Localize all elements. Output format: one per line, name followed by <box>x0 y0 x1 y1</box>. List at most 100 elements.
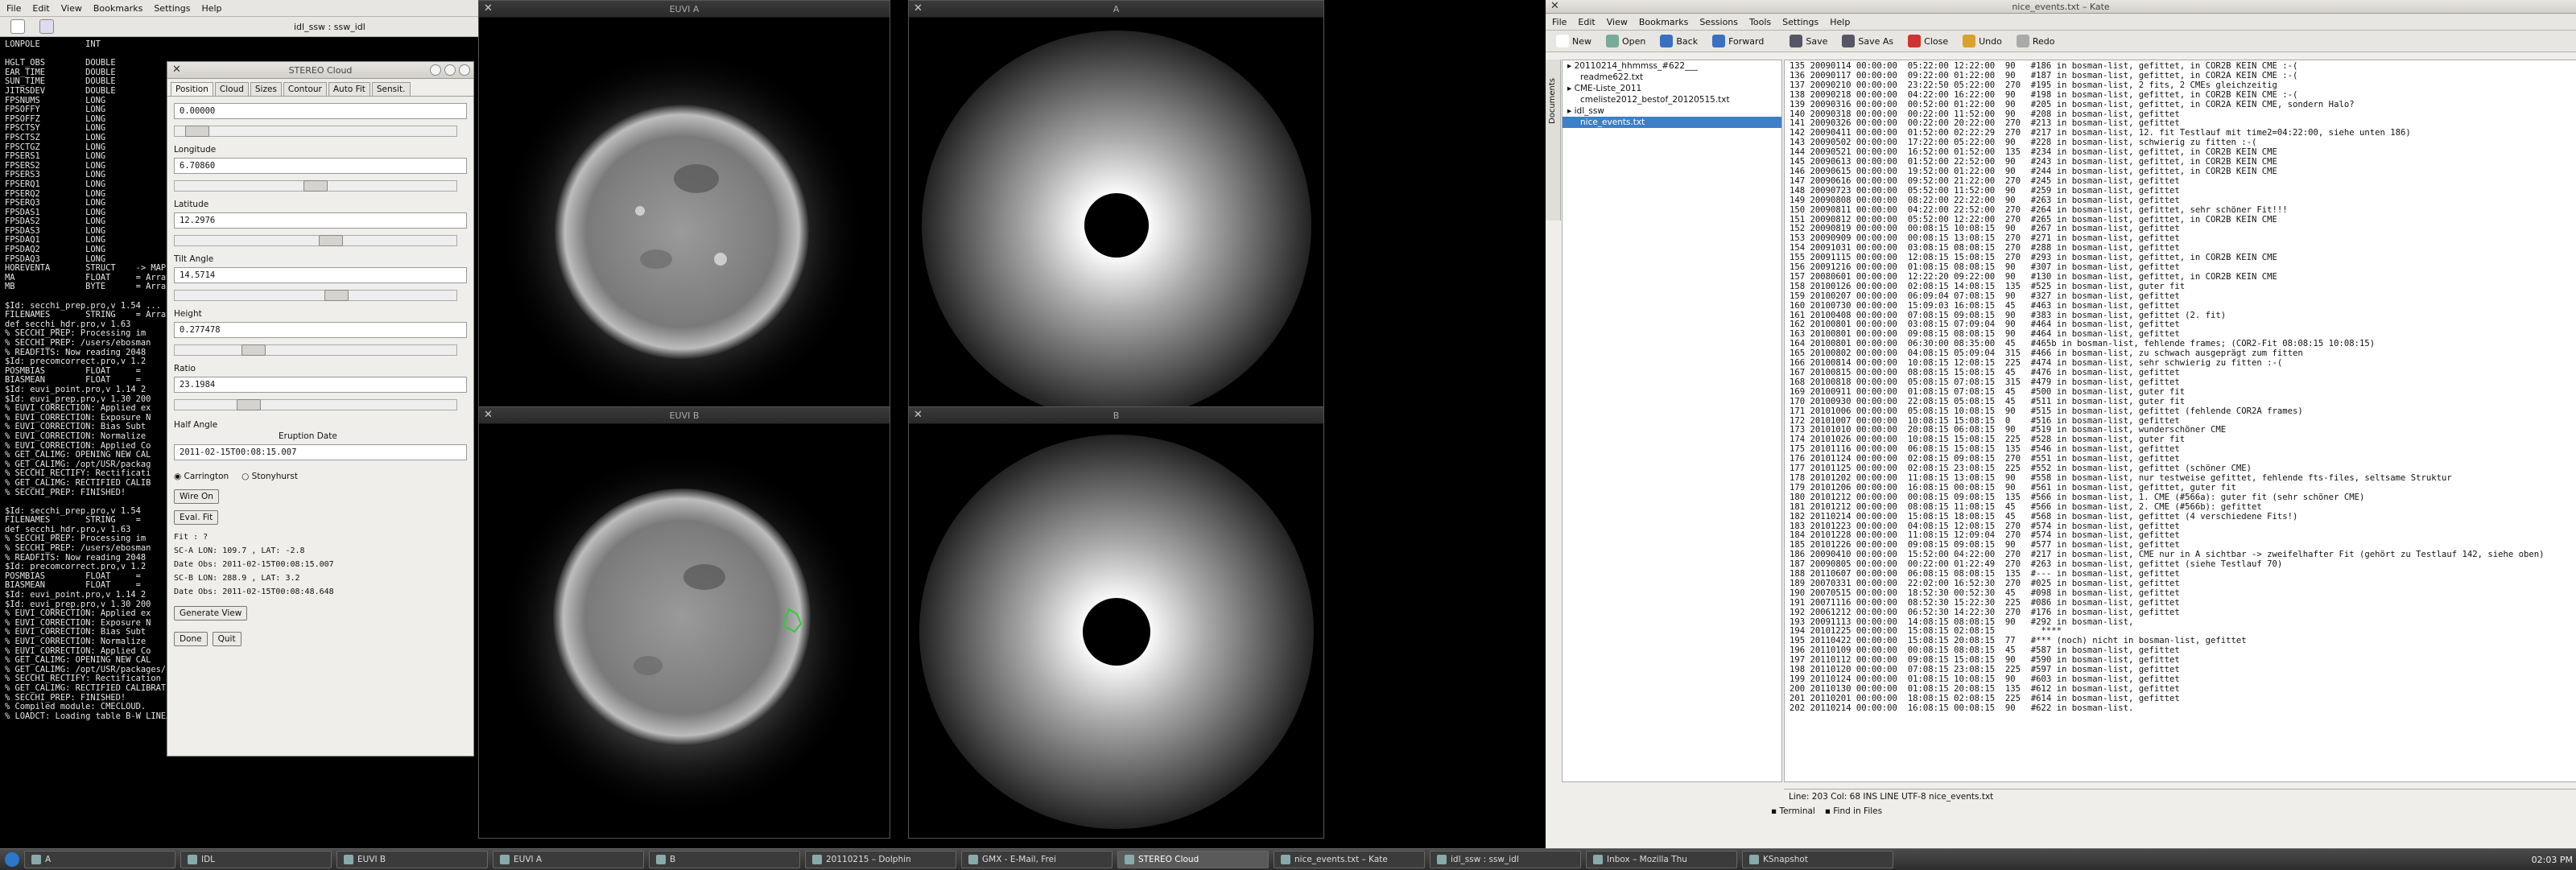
editor-text[interactable]: 135 20090114 00:00:00 05:22:00 12:22:00 … <box>1785 60 2576 715</box>
editor-line[interactable]: 160 20100730 00:00:00 15:09:03 16:08:15 … <box>1790 301 2572 311</box>
editor-line[interactable]: 139 20090316 00:00:00 00:52:00 01:22:00 … <box>1790 100 2572 110</box>
stonyhurst-radio[interactable]: ○ Stonyhurst <box>242 472 298 481</box>
tab-sensit[interactable]: Sensit. <box>371 82 411 96</box>
slider-knob[interactable] <box>319 235 344 246</box>
slider-knob[interactable] <box>184 126 209 137</box>
param-slider[interactable] <box>174 290 457 301</box>
save-as-button[interactable]: Save As <box>1836 32 1899 50</box>
param-field[interactable]: 23.1984 <box>174 377 467 393</box>
forward-button[interactable]: Forward <box>1707 32 1769 50</box>
editor-line[interactable]: 149 20090808 00:00:00 08:22:00 22:22:00 … <box>1790 196 2572 206</box>
menu-settings[interactable]: Settings <box>1782 17 1818 27</box>
menu-view[interactable]: View <box>61 3 82 14</box>
close-button[interactable] <box>459 64 470 76</box>
wire-on-button[interactable]: Wire On <box>174 489 219 504</box>
menu-settings[interactable]: Settings <box>154 3 190 14</box>
cor-b-window[interactable]: ✕ B <box>908 406 1324 839</box>
menu-view[interactable]: View <box>1607 17 1628 27</box>
tab-autofit[interactable]: Auto Fit <box>328 82 370 96</box>
slider-knob[interactable] <box>303 180 328 192</box>
editor-area[interactable]: 135 20090114 00:00:00 05:22:00 12:22:00 … <box>1784 60 2576 782</box>
taskbar-item[interactable]: STEREO Cloud <box>1117 851 1269 868</box>
editor-line[interactable]: 182 20110214 00:00:00 15:08:15 18:08:15 … <box>1790 512 2572 522</box>
undo-button[interactable]: Undo <box>1957 32 2008 50</box>
menu-help[interactable]: Help <box>1830 17 1850 27</box>
editor-line[interactable]: 181 20101212 00:00:00 08:08:15 11:08:15 … <box>1790 502 2572 513</box>
param-slider[interactable] <box>174 180 457 192</box>
tree-file[interactable]: cmeliste2012_bestof_20120515.txt <box>1563 94 1781 105</box>
menu-file[interactable]: File <box>1552 17 1567 27</box>
param-slider[interactable] <box>174 399 457 410</box>
slider-knob[interactable] <box>324 290 349 301</box>
slider-knob[interactable] <box>242 344 266 356</box>
tab-position[interactable]: Position <box>171 82 213 96</box>
save-button[interactable]: Save <box>1784 32 1833 50</box>
editor-line[interactable]: 159 20100207 00:00:00 06:09:04 07:08:15 … <box>1790 291 2572 302</box>
menu-sessions[interactable]: Sessions <box>1699 17 1738 27</box>
editor-line[interactable]: 179 20101206 00:00:00 16:08:15 00:08:15 … <box>1790 483 2572 493</box>
euvi-b-window[interactable]: ✕ EUVI B <box>478 406 890 839</box>
new-tab-button[interactable] <box>5 17 31 36</box>
close-button[interactable]: Close <box>1902 32 1954 50</box>
menu-bookmarks[interactable]: Bookmarks <box>1639 17 1688 27</box>
tree-file[interactable]: readme622.txt <box>1563 72 1781 83</box>
redo-button[interactable]: Redo <box>2011 32 2061 50</box>
tree-file[interactable]: nice_events.txt <box>1563 117 1781 128</box>
editor-line[interactable]: 158 20100126 00:00:00 02:08:15 14:08:15 … <box>1790 282 2572 292</box>
menu-file[interactable]: File <box>6 3 21 14</box>
taskbar-item[interactable]: 20110215 – Dolphin <box>805 851 956 868</box>
param-field[interactable]: 0.277478 <box>174 322 467 338</box>
tab-cloud[interactable]: Cloud <box>214 82 249 96</box>
editor-line[interactable]: 202 20110214 00:00:00 16:08:15 00:08:15 … <box>1790 703 2572 714</box>
menu-bookmarks[interactable]: Bookmarks <box>93 3 142 14</box>
editor-line[interactable]: 190 20070515 00:00:00 18:52:30 00:52:30 … <box>1790 588 2572 599</box>
taskbar-item[interactable]: EUVI A <box>493 851 644 868</box>
menu-tools[interactable]: Tools <box>1749 17 1771 27</box>
editor-line[interactable]: 192 20061212 00:00:00 06:52:30 14:22:30 … <box>1790 608 2572 618</box>
param-field[interactable]: 12.2976 <box>174 212 467 229</box>
editor-line[interactable]: 150 20090811 00:00:00 04:22:00 22:52:00 … <box>1790 205 2572 216</box>
clock[interactable]: 02:03 PM <box>2532 855 2576 865</box>
slider-knob[interactable] <box>236 399 261 410</box>
taskbar-item[interactable]: B <box>649 851 800 868</box>
generate-view-button[interactable]: Generate View <box>174 606 248 621</box>
idl-tab[interactable]: idl_ssw : ssw_idl <box>288 19 371 35</box>
taskbar-item[interactable]: idl_ssw : ssw_idl <box>1430 851 1581 868</box>
editor-line[interactable]: 170 20100930 00:00:00 22:08:15 05:08:15 … <box>1790 397 2572 407</box>
bottom-tab-terminal[interactable]: ▪ Terminal <box>1771 806 1815 821</box>
taskbar-item[interactable]: nice_events.txt – Kate <box>1274 851 1425 868</box>
euvi-a-window[interactable]: ✕ EUVI A <box>478 0 890 408</box>
taskbar-item[interactable]: A <box>24 851 175 868</box>
param-field[interactable]: 6.70860 <box>174 158 467 174</box>
editor-line[interactable]: 191 20071116 00:00:00 08:52:30 15:22:30 … <box>1790 598 2572 608</box>
editor-line[interactable]: 201 20110201 00:00:00 18:08:15 02:08:15 … <box>1790 694 2572 704</box>
tree-folder[interactable]: ▸ idl_ssw <box>1563 105 1781 117</box>
back-button[interactable]: Back <box>1654 32 1703 50</box>
tab-contour[interactable]: Contour <box>283 82 327 96</box>
param-field[interactable]: 14.5714 <box>174 267 467 283</box>
param-slider[interactable] <box>174 235 457 246</box>
editor-line[interactable]: 171 20101006 00:00:00 05:08:15 10:08:15 … <box>1790 406 2572 417</box>
menu-edit[interactable]: Edit <box>1578 17 1595 27</box>
editor-line[interactable]: 138 20090218 00:00:00 04:22:00 16:22:00 … <box>1790 90 2572 101</box>
taskbar-item[interactable]: KSnapshot <box>1742 851 1893 868</box>
bottom-tab-find-in-files[interactable]: ▪ Find in Files <box>1825 806 1882 821</box>
tab-sizes[interactable]: Sizes <box>250 82 282 96</box>
taskbar-item[interactable]: IDL <box>180 851 332 868</box>
editor-line[interactable]: 180 20101212 00:00:00 00:08:15 09:08:15 … <box>1790 493 2572 503</box>
new-button[interactable]: New <box>1550 32 1597 50</box>
menu-edit[interactable]: Edit <box>32 3 49 14</box>
maximize-button[interactable] <box>444 64 456 76</box>
param-slider[interactable] <box>174 126 457 137</box>
menu-help[interactable]: Help <box>201 3 221 14</box>
eruption-date-field[interactable]: 2011-02-15T00:08:15.007 <box>174 444 467 460</box>
editor-line[interactable]: 137 20090210 00:00:00 23:22:50 05:22:00 … <box>1790 80 2572 91</box>
tree-folder[interactable]: ▸ 20110214_hhmmss_#622___ <box>1563 60 1781 72</box>
edit-button[interactable] <box>34 17 60 36</box>
param-slider[interactable] <box>174 344 457 356</box>
open-button[interactable]: Open <box>1600 32 1651 50</box>
minimize-button[interactable] <box>430 64 441 76</box>
editor-line[interactable]: 147 20090616 00:00:00 09:52:00 21:22:00 … <box>1790 176 2572 187</box>
eval-fit-button[interactable]: Eval. Fit <box>174 510 219 525</box>
editor-line[interactable]: 169 20100911 00:00:00 01:08:15 07:08:15 … <box>1790 387 2572 398</box>
